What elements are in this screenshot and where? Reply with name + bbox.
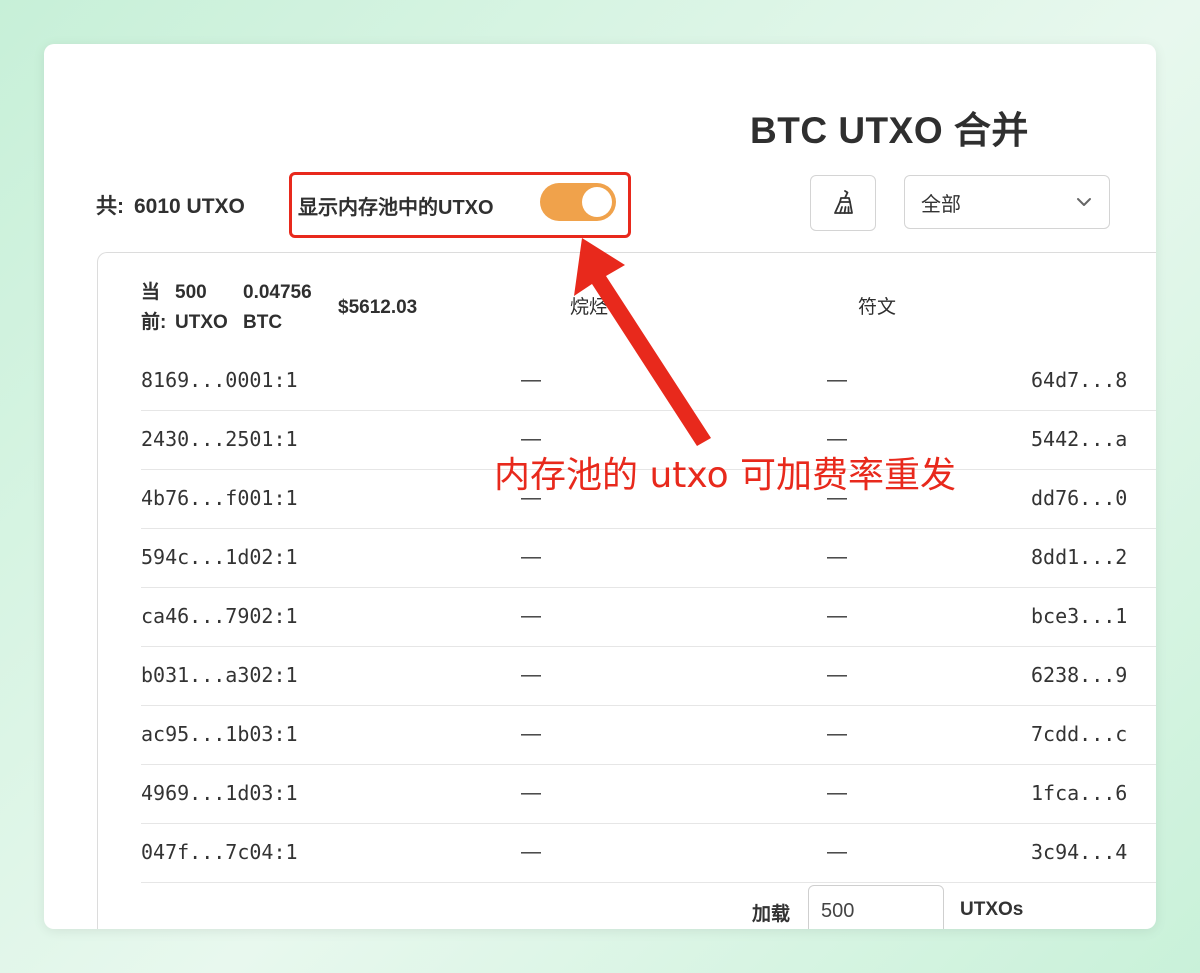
header-current-2: 前: bbox=[141, 312, 167, 333]
row-utxo-id[interactable]: ca46...7902:1 bbox=[141, 587, 298, 646]
utxo-total: 共: 6010 UTXO bbox=[96, 190, 245, 220]
total-label: 共: bbox=[96, 195, 124, 218]
row-utxo-id[interactable]: 047f...7c04:1 bbox=[141, 823, 298, 882]
row-address[interactable]: 5442...a bbox=[1031, 410, 1127, 469]
chevron-down-icon bbox=[1077, 198, 1091, 206]
total-value: 6010 UTXO bbox=[134, 195, 245, 218]
filter-select-value: 全部 bbox=[921, 193, 961, 216]
row-address[interactable]: bce3...1 bbox=[1031, 587, 1127, 646]
load-count-input[interactable] bbox=[808, 885, 944, 929]
table-row[interactable]: ca46...7902:1 — — bce3...1 bbox=[141, 587, 1156, 647]
row-burn: — bbox=[521, 723, 541, 745]
row-utxo-id[interactable]: ac95...1b03:1 bbox=[141, 705, 298, 764]
header-btc-unit: BTC bbox=[243, 312, 283, 333]
header-count-unit: UTXO bbox=[175, 312, 228, 333]
page-title: BTC UTXO 合并 bbox=[750, 110, 1029, 151]
header-count-num: 500 bbox=[175, 282, 207, 303]
header-col-burn: 烷烃 bbox=[570, 297, 609, 318]
row-address[interactable]: dd76...0 bbox=[1031, 469, 1127, 528]
row-address[interactable]: 1fca...6 bbox=[1031, 764, 1127, 823]
row-rune: — bbox=[827, 369, 847, 391]
header-usd-value: $5612.03 bbox=[338, 297, 418, 318]
row-burn: — bbox=[521, 605, 541, 627]
clean-button[interactable] bbox=[810, 175, 876, 231]
row-utxo-id[interactable]: b031...a302:1 bbox=[141, 646, 298, 705]
row-rune: — bbox=[827, 782, 847, 804]
filter-select[interactable]: 全部 bbox=[904, 175, 1110, 229]
load-unit: UTXOs bbox=[960, 899, 1024, 920]
table-row[interactable]: 8169...0001:1 — — 64d7...8 bbox=[141, 351, 1156, 411]
row-burn: — bbox=[521, 546, 541, 568]
table-row[interactable]: 4969...1d03:1 — — 1fca...6 bbox=[141, 764, 1156, 824]
row-utxo-id[interactable]: 4b76...f001:1 bbox=[141, 469, 298, 528]
row-address[interactable]: 3c94...4 bbox=[1031, 823, 1127, 882]
row-burn: — bbox=[521, 782, 541, 804]
load-more-row: 加载 UTXOs bbox=[98, 885, 1156, 929]
header-col-rune: 符文 bbox=[858, 297, 897, 318]
row-rune: — bbox=[827, 664, 847, 686]
row-utxo-id[interactable]: 8169...0001:1 bbox=[141, 351, 298, 410]
table-row[interactable]: ac95...1b03:1 — — 7cdd...c bbox=[141, 705, 1156, 765]
broom-icon bbox=[834, 190, 853, 214]
header-utxo-count: 500 UTXO bbox=[175, 278, 228, 338]
row-burn: — bbox=[521, 664, 541, 686]
row-burn: — bbox=[521, 369, 541, 391]
header-btc-num: 0.04756 bbox=[243, 282, 312, 303]
row-utxo-id[interactable]: 2430...2501:1 bbox=[141, 410, 298, 469]
row-rune: — bbox=[827, 546, 847, 568]
table-header: 当 前: 500 UTXO 0.04756 BTC $5612.03 烷烃 符文 bbox=[98, 253, 1156, 343]
mempool-toggle-label: 显示内存池中的UTXO bbox=[298, 197, 494, 219]
toggle-knob bbox=[582, 187, 612, 217]
row-rune: — bbox=[827, 723, 847, 745]
row-address[interactable]: 8dd1...2 bbox=[1031, 528, 1127, 587]
utxo-table: 当 前: 500 UTXO 0.04756 BTC $5612.03 烷烃 符文… bbox=[97, 252, 1156, 929]
row-utxo-id[interactable]: 594c...1d02:1 bbox=[141, 528, 298, 587]
row-address[interactable]: 7cdd...c bbox=[1031, 705, 1127, 764]
table-row[interactable]: b031...a302:1 — — 6238...9 bbox=[141, 646, 1156, 706]
header-btc-amount: 0.04756 BTC bbox=[243, 278, 312, 338]
header-current-1: 当 bbox=[141, 282, 161, 303]
row-rune: — bbox=[827, 605, 847, 627]
row-rune: — bbox=[827, 841, 847, 863]
load-label: 加载 bbox=[752, 904, 791, 925]
row-address[interactable]: 6238...9 bbox=[1031, 646, 1127, 705]
row-utxo-id[interactable]: 4969...1d03:1 bbox=[141, 764, 298, 823]
table-row[interactable]: 047f...7c04:1 — — 3c94...4 bbox=[141, 823, 1156, 883]
annotation-text: 内存池的 utxo 可加费率重发 bbox=[494, 455, 957, 496]
header-current-label: 当 前: bbox=[141, 278, 166, 338]
mempool-toggle-switch[interactable] bbox=[540, 183, 616, 221]
table-row[interactable]: 594c...1d02:1 — — 8dd1...2 bbox=[141, 528, 1156, 588]
row-burn: — bbox=[521, 841, 541, 863]
row-address[interactable]: 64d7...8 bbox=[1031, 351, 1127, 410]
